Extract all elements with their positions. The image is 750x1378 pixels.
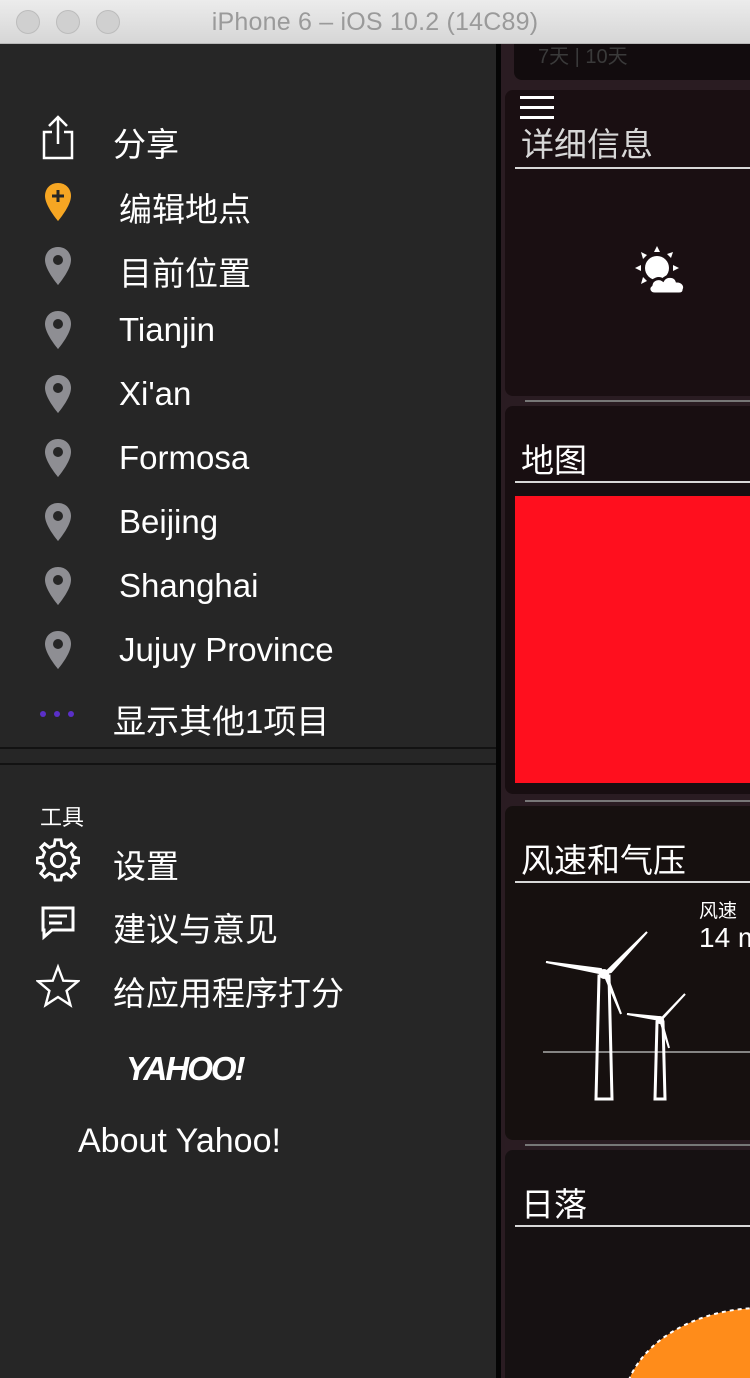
- settings-item[interactable]: 设置: [0, 830, 496, 888]
- location-label: Jujuy Province: [119, 631, 334, 668]
- location-item[interactable]: Jujuy Province: [0, 621, 496, 679]
- location-label: 目前位置: [119, 255, 251, 292]
- details-rule: [515, 167, 750, 169]
- location-label: Xi'an: [119, 375, 192, 412]
- about-yahoo-link[interactable]: About Yahoo!: [78, 1122, 281, 1161]
- rate-app-item[interactable]: 给应用程序打分: [0, 957, 496, 1015]
- window-titlebar: iPhone 6 – iOS 10.2 (14C89): [0, 0, 750, 44]
- rate-app-label: 给应用程序打分: [113, 975, 344, 1012]
- window-title: iPhone 6 – iOS 10.2 (14C89): [211, 8, 539, 36]
- location-pin-icon: [36, 243, 80, 289]
- partly-sunny-icon: [631, 244, 701, 309]
- share-item[interactable]: 分享: [0, 108, 496, 166]
- section-divider: [0, 763, 496, 765]
- star-icon: [36, 963, 80, 1009]
- add-location-pin-icon: [36, 179, 80, 225]
- show-more-item[interactable]: 显示其他1项目: [0, 685, 496, 743]
- location-pin-icon: [36, 627, 80, 673]
- wind-rule: [515, 881, 750, 883]
- map-title: 地图: [521, 442, 587, 479]
- sun-arc-icon: [621, 1268, 750, 1378]
- location-item[interactable]: Tianjin: [0, 301, 496, 359]
- location-pin-icon: [36, 563, 80, 609]
- yahoo-logo: YAHOO!: [126, 1050, 246, 1087]
- sunset-rule: [515, 1225, 750, 1227]
- feedback-item[interactable]: 建议与意见: [0, 893, 496, 951]
- location-item[interactable]: Formosa: [0, 429, 496, 487]
- card-separator: [525, 1144, 750, 1146]
- share-icon: [36, 114, 80, 160]
- location-label: Formosa: [119, 439, 250, 476]
- section-divider: [0, 747, 496, 749]
- hamburger-menu-icon[interactable]: [520, 96, 554, 120]
- windmill-icon: [541, 924, 750, 1109]
- tools-section-title: 工具: [40, 805, 85, 830]
- wind-speed-label: 风速: [699, 901, 738, 922]
- edit-locations-item[interactable]: 编辑地点: [0, 173, 496, 231]
- location-item[interactable]: 目前位置: [0, 237, 496, 295]
- details-title: 详细信息: [521, 126, 653, 163]
- comment-icon: [36, 899, 80, 945]
- location-item[interactable]: Shanghai: [0, 557, 496, 615]
- location-pin-icon: [36, 435, 80, 481]
- card-separator: [525, 400, 750, 402]
- location-pin-icon: [36, 499, 80, 545]
- location-label: Beijing: [119, 503, 219, 540]
- feedback-label: 建议与意见: [113, 911, 278, 948]
- location-label: Shanghai: [119, 567, 259, 604]
- card-separator: [525, 800, 750, 802]
- location-label: Tianjin: [119, 311, 215, 348]
- wind-title: 风速和气压: [521, 842, 686, 879]
- forecast-toggle-sliver: 7天 | 10天: [514, 44, 750, 80]
- location-item[interactable]: Xi'an: [0, 365, 496, 423]
- show-more-label: 显示其他1项目: [113, 703, 330, 740]
- more-dots-icon: [36, 691, 80, 737]
- map-view[interactable]: [515, 496, 750, 783]
- map-rule: [515, 481, 750, 483]
- gear-icon: [36, 836, 80, 882]
- location-pin-icon: [36, 307, 80, 353]
- weather-content-panel: 7天 | 10天 详细信息 地图 风速和气压 风速 14 m 日落: [501, 44, 750, 1378]
- location-item[interactable]: Beijing: [0, 493, 496, 551]
- location-pin-icon: [36, 371, 80, 417]
- settings-label: 设置: [113, 848, 179, 885]
- share-label: 分享: [113, 126, 179, 163]
- forecast-toggle-text: 7天 | 10天: [538, 46, 628, 68]
- edit-locations-label: 编辑地点: [119, 191, 251, 228]
- sunset-title: 日落: [521, 1186, 587, 1223]
